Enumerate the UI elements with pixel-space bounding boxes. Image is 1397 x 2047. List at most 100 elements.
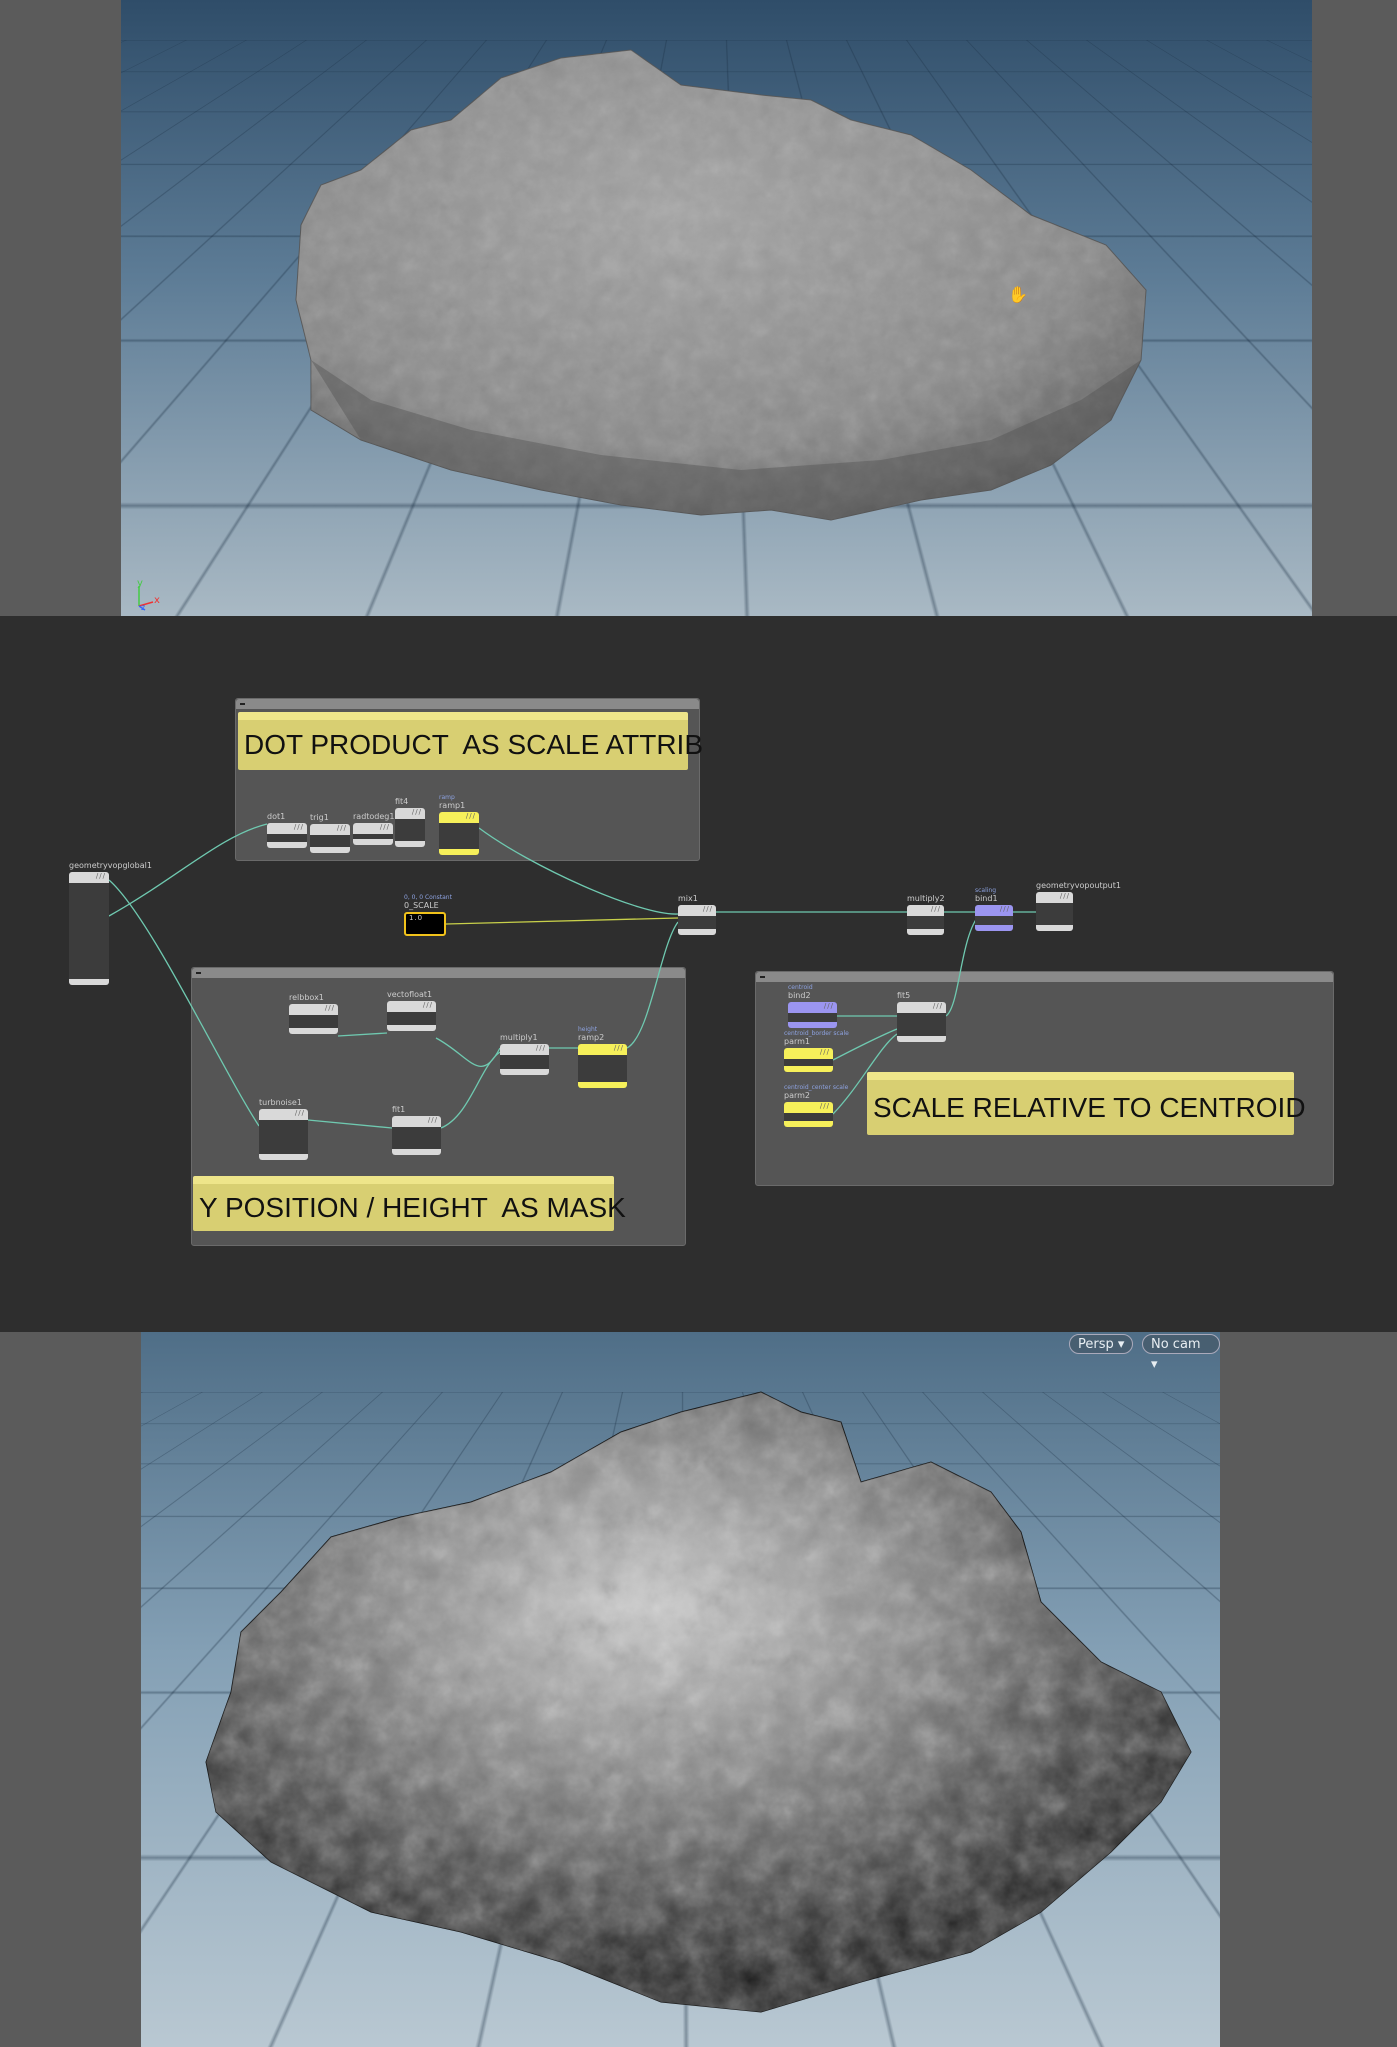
node-footer <box>784 1066 833 1072</box>
node-header: /// <box>678 905 716 916</box>
node-parm1[interactable]: /// <box>784 1048 833 1072</box>
node-footer <box>788 1022 837 1028</box>
node-footer <box>975 925 1013 931</box>
node-label: ramp2 <box>578 1033 605 1042</box>
node-footer <box>406 928 444 934</box>
node-sublabel: centroid_border scale <box>784 1030 849 1037</box>
node-radtodeg1[interactable]: /// <box>353 823 393 845</box>
node-footer <box>500 1069 549 1075</box>
node-footer <box>392 1149 441 1155</box>
node-label: geometryvopglobal1 <box>69 861 152 870</box>
node-header: /// <box>784 1102 833 1113</box>
node-ramp2[interactable]: /// <box>578 1044 627 1088</box>
node-header: /// <box>500 1044 549 1055</box>
node-header: /// <box>267 823 307 834</box>
node-bind2[interactable]: /// <box>788 1002 837 1028</box>
node-footer <box>897 1036 946 1042</box>
node-footer <box>678 929 716 935</box>
node-parm2[interactable]: /// <box>784 1102 833 1127</box>
node-footer <box>439 849 479 855</box>
node-fit4[interactable]: /// <box>395 808 425 847</box>
node-label: turbnoise1 <box>259 1098 302 1107</box>
node-footer <box>387 1025 436 1031</box>
node-label: fit1 <box>392 1105 406 1114</box>
node-footer <box>267 842 307 848</box>
node-footer <box>353 839 393 845</box>
node-sublabel: scaling <box>975 887 997 894</box>
node-label: multiply1 <box>500 1033 538 1042</box>
node-header: /// <box>353 823 393 834</box>
node-label: fit4 <box>395 797 409 806</box>
node-label: parm2 <box>784 1091 811 1100</box>
node-header: /// <box>395 808 425 819</box>
node-header: /// <box>784 1048 833 1059</box>
node-header: /// <box>975 905 1013 916</box>
node-header: 1.0 <box>406 914 444 925</box>
node-header: /// <box>907 905 944 916</box>
node-label: mix1 <box>678 894 698 903</box>
rock-mesh-grey <box>295 49 1147 521</box>
node-header: /// <box>897 1002 946 1013</box>
node-header: /// <box>310 824 350 835</box>
node-header: /// <box>259 1109 308 1120</box>
node-fit1[interactable]: /// <box>392 1116 441 1155</box>
node-sublabel: centroid <box>788 984 813 991</box>
axis-x-label: x <box>154 595 160 606</box>
node-label: relbbox1 <box>289 993 324 1002</box>
node-footer <box>259 1154 308 1160</box>
view-persp-dropdown[interactable]: Persp ▾ <box>1069 1334 1134 1354</box>
node-fit5[interactable]: /// <box>897 1002 946 1042</box>
node-geometryvopglobal1[interactable]: /// <box>69 872 109 985</box>
node-dot1[interactable]: /// <box>267 823 307 848</box>
node-wires <box>108 823 1036 1129</box>
node-header: /// <box>439 812 479 823</box>
node-label: 0_SCALE <box>404 901 439 910</box>
node-header: /// <box>387 1001 436 1012</box>
node-header: /// <box>578 1044 627 1055</box>
node-footer <box>784 1121 833 1127</box>
node-bind1[interactable]: /// <box>975 905 1013 931</box>
node-label: geometryvopoutput1 <box>1036 881 1121 890</box>
node-multiply1[interactable]: /// <box>500 1044 549 1075</box>
node-footer <box>578 1082 627 1088</box>
axis-y-label: y <box>137 578 143 589</box>
node-sublabel: ramp <box>439 794 455 801</box>
node-mix1[interactable]: /// <box>678 905 716 935</box>
hand-cursor-icon: ✋ <box>1008 285 1028 304</box>
node-label: bind2 <box>788 991 811 1000</box>
node-turbnoise1[interactable]: /// <box>259 1109 308 1160</box>
node-ramp1[interactable]: /// <box>439 812 479 855</box>
node-header: /// <box>289 1004 338 1015</box>
rock-mesh-shaded <box>205 1391 1192 2013</box>
node-header: /// <box>69 872 109 883</box>
node-multiply2[interactable]: /// <box>907 905 944 935</box>
node-label: trig1 <box>310 813 329 822</box>
node-header: /// <box>1036 892 1073 903</box>
node-0-scale[interactable]: 1.0 <box>404 912 446 936</box>
node-footer <box>1036 925 1073 931</box>
node-label: radtodeg1 <box>353 812 395 821</box>
node-label: multiply2 <box>907 894 945 903</box>
node-label: fit5 <box>897 991 911 1000</box>
node-header: /// <box>392 1116 441 1127</box>
node-label: ramp1 <box>439 801 466 810</box>
node-footer <box>907 929 944 935</box>
bottom-3d-viewport[interactable]: Persp ▾ No cam ▾ <box>141 1332 1220 2047</box>
top-3d-viewport[interactable]: ✋ y x z <box>121 0 1312 616</box>
node-footer <box>395 841 425 847</box>
vop-network-editor[interactable]: DOT PRODUCT AS SCALE ATTRIB Y POSITION /… <box>0 616 1397 1332</box>
node-footer <box>310 847 350 853</box>
node-label: bind1 <box>975 894 998 903</box>
node-label: dot1 <box>267 812 286 821</box>
node-vectofloat1[interactable]: /// <box>387 1001 436 1031</box>
node-relbbox1[interactable]: /// <box>289 1004 338 1034</box>
node-geometryvopoutput1[interactable]: /// <box>1036 892 1073 931</box>
node-sublabel: height <box>578 1026 598 1033</box>
node-footer <box>69 979 109 985</box>
node-trig1[interactable]: /// <box>310 824 350 853</box>
node-sublabel: 0, 0, 0 Constant <box>404 894 452 901</box>
node-header: /// <box>788 1002 837 1013</box>
camera-dropdown[interactable]: No cam ▾ <box>1142 1334 1220 1372</box>
node-label: vectofloat1 <box>387 990 433 999</box>
axis-z-label: z <box>141 603 146 612</box>
